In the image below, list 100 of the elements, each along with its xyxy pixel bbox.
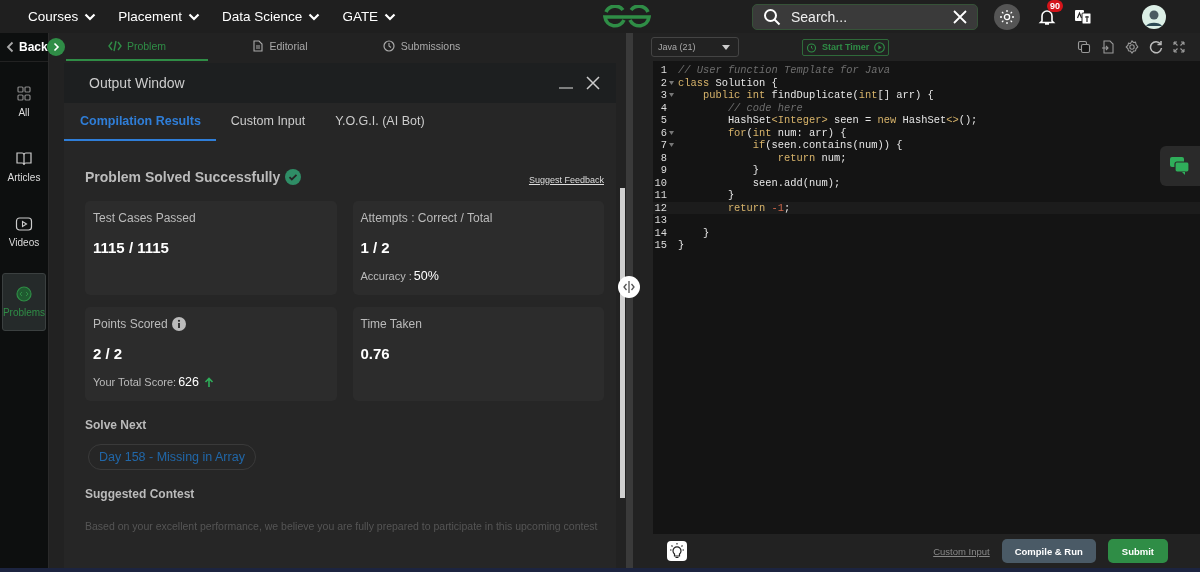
lightbulb-icon (669, 543, 685, 559)
chevron-icon (188, 12, 201, 21)
notification-count: 90 (1047, 0, 1063, 12)
feedback-link[interactable]: Suggest Feedback (528, 175, 604, 185)
alarm-icon (806, 41, 817, 53)
logo-icon (602, 4, 653, 29)
rail-item[interactable]: All (2, 78, 46, 126)
line-number: 9 (659, 164, 667, 177)
stat-note-label: Your Total Score: (93, 376, 177, 388)
fold-caret-icon[interactable] (669, 130, 674, 135)
fold-caret-icon[interactable] (669, 143, 674, 148)
rail-item[interactable]: Articles (2, 143, 46, 191)
stat-value: 1 / 2 (360, 239, 391, 256)
code-line: } (751, 164, 760, 177)
problem-tab[interactable]: Problem (66, 33, 208, 61)
stat-value: 0.76 (360, 345, 391, 362)
search-bar[interactable]: Search... (752, 3, 978, 30)
code-icon (15, 286, 33, 302)
line-number: 8 (659, 151, 667, 164)
result-tab[interactable]: Compilation Results (64, 103, 216, 141)
stat-label: Points Scored (93, 317, 168, 331)
problem-tab[interactable]: Submissions (350, 33, 492, 61)
line-number: 7 (659, 139, 667, 152)
chat-button[interactable] (1160, 146, 1200, 186)
code-line: } (701, 226, 710, 239)
bell-icon[interactable] (1038, 7, 1056, 26)
code-line: seen.add(num); (751, 176, 841, 189)
settings-icon[interactable] (1125, 40, 1139, 54)
code-line: // code here (726, 101, 803, 114)
search-field[interactable]: Search... (789, 7, 945, 26)
sun-icon (1000, 9, 1014, 24)
stat-value: 1115 / 1115 (93, 239, 170, 256)
fold-caret-icon[interactable] (669, 80, 674, 85)
code-line: class Solution { (678, 76, 778, 89)
line-number: 1 (659, 64, 667, 77)
clock-icon (381, 40, 396, 52)
stat-value: 2 / 2 (93, 345, 124, 362)
line-number: 14 (653, 226, 667, 239)
rail-item[interactable]: Videos (2, 208, 46, 256)
resize-handle-icon[interactable] (618, 276, 640, 298)
nav-menu[interactable]: Data Science (222, 9, 321, 24)
stat-note-value: 50% (413, 269, 439, 283)
line-number: 2 (659, 76, 667, 89)
chevron-icon (384, 12, 397, 21)
custom-input-link[interactable]: Custom Input (933, 545, 990, 557)
line-number: 13 (653, 214, 667, 227)
caret-icon (722, 44, 730, 50)
code-line: HashSet<Integer> seen = new HashSet<>(); (726, 114, 978, 127)
check-circle-icon (285, 169, 302, 185)
document-icon (250, 40, 265, 52)
window-title: Output Window (89, 75, 185, 91)
line-number: 5 (659, 114, 667, 127)
fullscreen-icon[interactable] (1173, 41, 1185, 53)
close-icon[interactable] (586, 76, 600, 90)
start-timer-button[interactable]: Start Timer (802, 38, 890, 56)
line-number: 11 (653, 189, 667, 202)
code-line: if(seen.contains(num)) { (751, 139, 903, 152)
expand-icon[interactable] (47, 38, 65, 56)
hint-button[interactable] (667, 541, 687, 561)
avatar-icon[interactable] (1142, 4, 1166, 29)
submit-button[interactable]: Submit (1107, 539, 1168, 563)
back-link[interactable]: Back (0, 40, 48, 54)
code-line: public int findDuplicate(int[] arr) { (701, 89, 934, 102)
chat-icon (1169, 156, 1191, 176)
chevron-icon (308, 12, 321, 21)
compile-run-button[interactable]: Compile & Run (1001, 539, 1096, 563)
stat-label: Time Taken (360, 317, 422, 331)
search-icon (763, 7, 781, 26)
scrollbar-thumb[interactable] (620, 188, 625, 498)
chevron-left-icon (6, 41, 14, 53)
fold-caret-icon[interactable] (669, 93, 674, 98)
line-number: 4 (659, 101, 667, 114)
import-icon[interactable] (1101, 40, 1115, 54)
stat-note-label: Accuracy : (360, 270, 412, 282)
line-number: 15 (653, 239, 667, 252)
line-number: 3 (659, 89, 667, 102)
grid-icon (15, 86, 33, 102)
status-heading: Problem Solved Successfully (85, 169, 281, 185)
line-number: 12 (653, 201, 667, 214)
language-dropdown[interactable]: Java (21) (651, 37, 739, 57)
line-number: 10 (653, 176, 667, 189)
code-icon (107, 40, 122, 52)
translate-icon[interactable] (1074, 7, 1092, 26)
result-tab[interactable]: Y.O.G.I. (AI Bot) (320, 103, 440, 141)
nav-menu[interactable]: GATE (342, 9, 397, 24)
copy-icon[interactable] (1077, 40, 1091, 54)
code-line: return num; (776, 151, 847, 164)
rail-item[interactable]: Problems (2, 273, 46, 331)
chevron-icon (84, 12, 97, 21)
theme-toggle[interactable] (994, 3, 1020, 30)
stat-note-value: 626 (178, 375, 200, 389)
nav-menu[interactable]: Placement (118, 9, 201, 24)
reset-icon[interactable] (1149, 40, 1163, 54)
nav-menu[interactable]: Courses (28, 9, 97, 24)
line-number: 6 (659, 126, 667, 139)
book-icon (15, 151, 33, 167)
result-tab[interactable]: Custom Input (215, 103, 321, 141)
video-icon (15, 216, 33, 232)
problem-tab[interactable]: Editorial (208, 33, 350, 61)
info-icon[interactable] (171, 317, 186, 331)
